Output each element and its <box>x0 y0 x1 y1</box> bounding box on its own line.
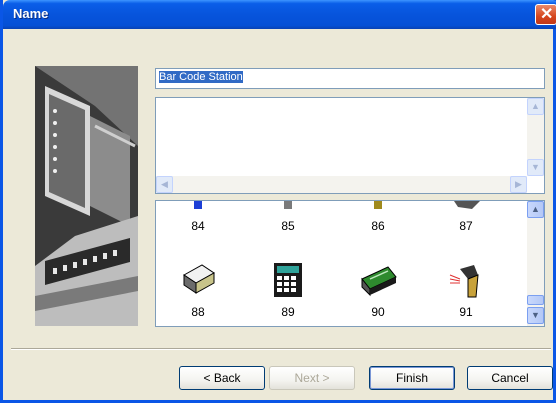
keyboard-device-icon <box>454 201 480 209</box>
icon-88[interactable] <box>168 259 228 302</box>
cancel-button[interactable]: Cancel <box>467 366 553 390</box>
description-vertical-scrollbar[interactable]: ▲ ▼ <box>527 98 544 176</box>
icon-number: 88 <box>191 305 205 319</box>
next-button[interactable]: Next > <box>269 366 355 390</box>
scroll-left-button[interactable]: ◀ <box>156 176 173 193</box>
icon-list-vertical-scrollbar[interactable]: ▲ ▼ <box>527 201 544 326</box>
connector-photo <box>35 66 138 326</box>
icon-87[interactable] <box>436 201 496 214</box>
serial-connector-image <box>35 66 138 326</box>
icon-number: 86 <box>371 219 385 233</box>
stack-of-cards-icon <box>183 264 215 294</box>
calculator-icon <box>274 263 302 297</box>
icon-number: 89 <box>281 305 295 319</box>
close-button[interactable]: ✕ <box>535 4 556 25</box>
scroll-down-button[interactable]: ▼ <box>527 307 544 324</box>
back-button[interactable]: < Back <box>179 366 265 390</box>
icon-90[interactable] <box>348 259 408 302</box>
close-icon: ✕ <box>540 6 554 23</box>
icon-86[interactable] <box>348 201 408 214</box>
name-input[interactable]: Bar Code Station <box>155 68 545 89</box>
description-textarea[interactable]: ▲ ▼ ◀ ▶ <box>155 97 545 194</box>
icon-85[interactable] <box>258 201 318 214</box>
green-keyboard-icon <box>361 266 397 297</box>
scroll-thumb[interactable] <box>527 295 544 305</box>
scroll-right-button[interactable]: ▶ <box>510 176 527 193</box>
window-title: Name <box>13 6 49 21</box>
icon-list[interactable]: 84 85 86 87 88 89 90 91 ▲ ▼ <box>155 200 545 327</box>
icon-84[interactable] <box>168 201 228 214</box>
title-bar: Name ✕ <box>3 0 556 29</box>
icon-number: 84 <box>191 219 205 233</box>
scroll-up-button[interactable]: ▲ <box>527 201 544 218</box>
name-input-value: Bar Code Station <box>159 71 243 83</box>
gray-device-icon <box>284 201 292 209</box>
icon-number: 85 <box>281 219 295 233</box>
icon-number: 87 <box>459 219 473 233</box>
olive-device-icon <box>374 201 382 209</box>
blue-device-icon <box>194 201 202 209</box>
description-horizontal-scrollbar[interactable]: ◀ ▶ <box>156 176 527 193</box>
barcode-scanner-icon <box>449 265 479 298</box>
icon-number: 91 <box>459 305 473 319</box>
scroll-down-button[interactable]: ▼ <box>527 159 544 176</box>
finish-button[interactable]: Finish <box>369 366 455 390</box>
icon-89[interactable] <box>258 259 318 302</box>
wizard-window: Name ✕ Bar Code Station ▲ ▼ ◀ ▶ 84 85 86… <box>0 0 556 403</box>
icon-number: 90 <box>371 305 385 319</box>
icon-91[interactable] <box>436 259 496 302</box>
scroll-up-button[interactable]: ▲ <box>527 98 544 115</box>
separator <box>11 348 551 350</box>
